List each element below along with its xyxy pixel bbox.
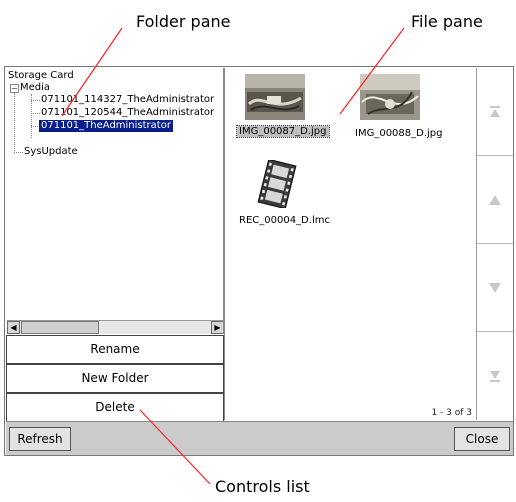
- up-arrow-icon: [489, 194, 501, 205]
- scroll-left-icon[interactable]: ◀: [7, 321, 20, 334]
- close-button[interactable]: Close: [454, 427, 510, 451]
- file-manager-window: Storage Card − Media 071101_114327_TheAd…: [4, 66, 514, 456]
- controls-list-callout: Controls list: [215, 477, 310, 496]
- folder-pane-callout: Folder pane: [136, 12, 231, 31]
- side-scroll-buttons: [476, 68, 513, 420]
- horizontal-scrollbar[interactable]: ◀ ▶: [7, 320, 223, 334]
- down-arrow-icon: [489, 282, 501, 293]
- file-pane-callout: File pane: [411, 12, 483, 31]
- tree-folder-item[interactable]: 071101_114327_TheAdministrator: [41, 94, 214, 106]
- delete-button[interactable]: Delete: [6, 393, 224, 422]
- file-name: IMG_00088_D.jpg: [355, 128, 443, 139]
- new-folder-button[interactable]: New Folder: [6, 364, 224, 393]
- tree-folder-media[interactable]: Media: [20, 82, 50, 94]
- last-page-button[interactable]: [477, 332, 513, 420]
- rename-button[interactable]: Rename: [6, 335, 224, 364]
- photo-thumbnail-icon: [245, 74, 305, 120]
- file-name: REC_00004_D.lmc: [239, 215, 330, 226]
- first-page-button[interactable]: [477, 68, 513, 156]
- file-name: IMG_00087_D.jpg: [236, 125, 330, 138]
- scrollbar-thumb[interactable]: [21, 321, 99, 334]
- scroll-down-button[interactable]: [477, 244, 513, 332]
- tree-root-storage-card[interactable]: Storage Card: [8, 70, 74, 82]
- scroll-right-icon[interactable]: ▶: [211, 321, 223, 334]
- bottom-toolbar: Refresh Close: [6, 421, 513, 455]
- file-pane[interactable]: IMG_00087_D.jpg IMG_00088_D.jpg REC_0000…: [224, 68, 476, 420]
- last-page-icon: [490, 371, 500, 382]
- first-page-icon: [490, 105, 500, 117]
- tree-folder-sysupdate[interactable]: SysUpdate: [24, 146, 78, 158]
- file-count: 1 - 3 of 3: [431, 408, 472, 418]
- folder-pane[interactable]: Storage Card − Media 071101_114327_TheAd…: [6, 68, 224, 334]
- refresh-button[interactable]: Refresh: [9, 427, 71, 451]
- tree-folder-item-selected[interactable]: 071101_TheAdministrator: [39, 120, 173, 132]
- tree-folder-item[interactable]: 071101_120544_TheAdministrator: [41, 107, 214, 119]
- photo-thumbnail-icon: [360, 74, 420, 120]
- scroll-up-button[interactable]: [477, 156, 513, 244]
- collapse-icon[interactable]: −: [10, 84, 19, 93]
- film-strip-icon: [257, 160, 297, 208]
